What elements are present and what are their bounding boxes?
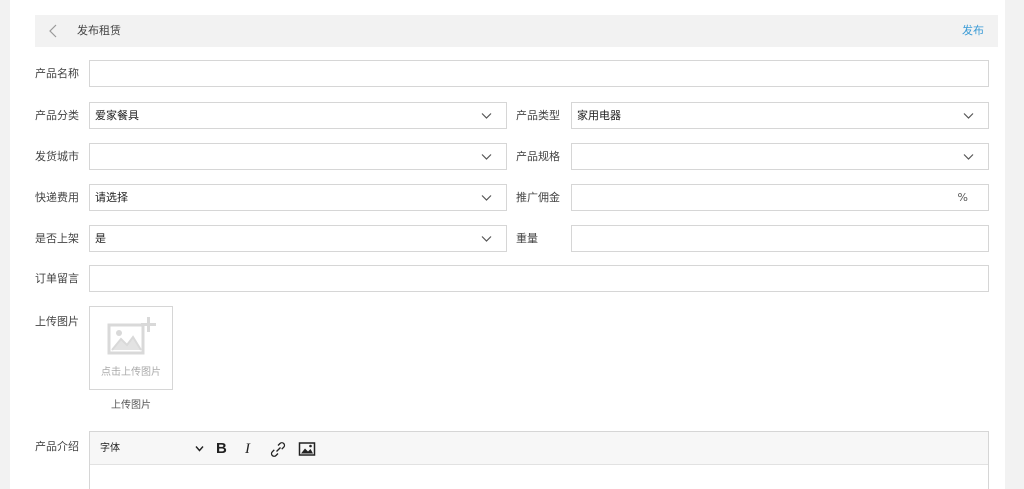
product-category-value: 爱家餐具 bbox=[95, 109, 139, 122]
weight-label: 重量 bbox=[516, 232, 538, 245]
product-type-select[interactable]: 家用电器 bbox=[571, 102, 989, 129]
promo-commission-input[interactable]: % bbox=[571, 184, 989, 211]
bold-button[interactable]: B bbox=[216, 440, 230, 458]
percent-suffix: % bbox=[957, 191, 968, 204]
link-icon[interactable] bbox=[270, 440, 286, 458]
page-title: 发布租赁 bbox=[77, 24, 121, 37]
chevron-down-icon bbox=[963, 154, 974, 160]
image-icon[interactable] bbox=[298, 440, 316, 458]
font-select[interactable]: 字体 bbox=[100, 441, 204, 457]
chevron-down-icon bbox=[481, 113, 492, 119]
italic-button[interactable]: I bbox=[245, 440, 257, 458]
product-spec-select[interactable] bbox=[571, 143, 989, 170]
promo-commission-label: 推广佣金 bbox=[516, 191, 560, 204]
order-note-label: 订单留言 bbox=[35, 272, 79, 285]
upload-caption: 上传图片 bbox=[111, 400, 151, 411]
ship-city-label: 发货城市 bbox=[35, 150, 79, 163]
product-type-label: 产品类型 bbox=[516, 109, 560, 122]
page: 发布租赁 发布 产品名称 产品分类 爱家餐具 产品类型 家用电器 发货城市 产品… bbox=[10, 0, 1005, 489]
chevron-down-icon bbox=[963, 113, 974, 119]
shipping-fee-label: 快递费用 bbox=[35, 191, 79, 204]
chevron-down-icon bbox=[481, 195, 492, 201]
chevron-down-icon bbox=[481, 154, 492, 160]
on-shelf-value: 是 bbox=[95, 232, 106, 245]
font-select-value: 字体 bbox=[100, 443, 120, 454]
upload-image-button[interactable]: 点击上传图片 bbox=[89, 306, 173, 390]
on-shelf-select[interactable]: 是 bbox=[89, 225, 507, 252]
ship-city-select[interactable] bbox=[89, 143, 507, 170]
on-shelf-label: 是否上架 bbox=[35, 232, 79, 245]
publish-button[interactable]: 发布 bbox=[962, 24, 984, 38]
product-spec-label: 产品规格 bbox=[516, 150, 560, 163]
top-bar: 发布租赁 发布 bbox=[35, 15, 998, 47]
add-image-icon bbox=[107, 317, 156, 355]
upload-button-text: 点击上传图片 bbox=[101, 367, 161, 378]
chevron-left-icon[interactable] bbox=[47, 24, 61, 38]
shipping-fee-select[interactable]: 请选择 bbox=[89, 184, 507, 211]
editor-toolbar: 字体 B I bbox=[90, 432, 988, 465]
chevron-down-icon bbox=[481, 236, 492, 242]
product-type-value: 家用电器 bbox=[577, 109, 621, 122]
product-category-select[interactable]: 爱家餐具 bbox=[89, 102, 507, 129]
weight-input[interactable] bbox=[571, 225, 989, 252]
product-name-label: 产品名称 bbox=[35, 67, 79, 80]
product-category-label: 产品分类 bbox=[35, 109, 79, 122]
upload-label: 上传图片 bbox=[35, 315, 79, 328]
rich-text-editor[interactable]: 字体 B I bbox=[89, 431, 989, 489]
intro-label: 产品介绍 bbox=[35, 440, 79, 453]
order-note-input[interactable] bbox=[89, 265, 989, 292]
product-name-input[interactable] bbox=[89, 60, 989, 87]
shipping-fee-value: 请选择 bbox=[95, 191, 128, 204]
chevron-down-icon bbox=[195, 446, 204, 452]
